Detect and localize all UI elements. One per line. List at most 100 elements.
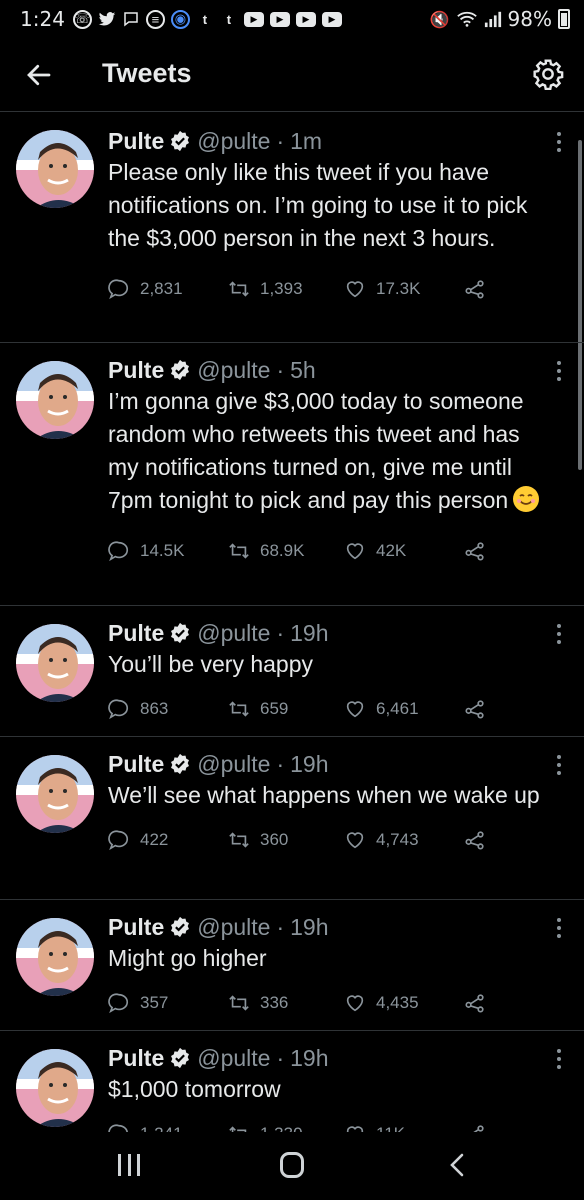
retweet-button[interactable]: 1,393 bbox=[228, 278, 303, 300]
back-arrow-icon[interactable] bbox=[24, 60, 54, 90]
reply-button[interactable]: 357 bbox=[108, 992, 168, 1014]
reply-count: 357 bbox=[140, 993, 169, 1012]
share-icon bbox=[465, 542, 484, 561]
tweet-text: You’ll be very happy bbox=[108, 651, 314, 677]
like-count: 4,743 bbox=[376, 830, 419, 849]
like-button[interactable]: 4,435 bbox=[344, 992, 419, 1014]
tweet-time[interactable]: 5h bbox=[290, 355, 316, 385]
tweet[interactable]: Pulte @pulte · 19h Might go higher 357 3… bbox=[0, 900, 584, 1031]
avatar[interactable] bbox=[16, 918, 94, 996]
tweet[interactable]: Pulte @pulte · 19h $1,000 tomorrow 1,241… bbox=[0, 1031, 584, 1141]
author-name[interactable]: Pulte bbox=[108, 618, 164, 648]
reply-button[interactable]: 422 bbox=[108, 829, 168, 851]
avatar[interactable] bbox=[16, 755, 94, 833]
author-handle[interactable]: @pulte bbox=[197, 126, 270, 156]
author-name[interactable]: Pulte bbox=[108, 355, 164, 385]
tweet[interactable]: Pulte @pulte · 1m Please only like this … bbox=[0, 112, 584, 343]
avatar[interactable] bbox=[16, 624, 94, 702]
avatar[interactable] bbox=[16, 361, 94, 439]
page-title: Tweets bbox=[102, 58, 192, 88]
retweet-count: 360 bbox=[260, 830, 289, 849]
retweet-icon bbox=[229, 995, 249, 1011]
tweet-actions: 2,831 1,393 17.3K bbox=[108, 269, 554, 309]
like-count: 4,435 bbox=[376, 993, 419, 1012]
mute-icon: 🔇 bbox=[429, 9, 450, 29]
share-button[interactable] bbox=[464, 992, 486, 1014]
tweet-time[interactable]: 19h bbox=[290, 912, 328, 942]
share-button[interactable] bbox=[464, 829, 486, 851]
reply-count: 863 bbox=[140, 699, 169, 718]
separator-dot: · bbox=[276, 620, 285, 646]
tumblr-icon: t bbox=[226, 11, 232, 27]
retweet-icon bbox=[229, 543, 249, 559]
more-options-icon[interactable] bbox=[556, 918, 562, 938]
author-handle[interactable]: @pulte bbox=[197, 1043, 270, 1073]
reply-button[interactable]: 2,831 bbox=[108, 278, 183, 300]
author-name[interactable]: Pulte bbox=[108, 749, 164, 779]
author-handle[interactable]: @pulte bbox=[197, 912, 270, 942]
author-handle[interactable]: @pulte bbox=[197, 618, 270, 648]
separator-dot: · bbox=[276, 357, 285, 383]
header: Tweets bbox=[0, 38, 584, 112]
battery-icon bbox=[558, 9, 570, 29]
more-options-icon[interactable] bbox=[556, 755, 562, 775]
share-icon bbox=[465, 994, 484, 1013]
share-icon bbox=[465, 700, 484, 719]
more-options-icon[interactable] bbox=[556, 1049, 562, 1069]
author-name[interactable]: Pulte bbox=[108, 912, 164, 942]
retweet-button[interactable]: 659 bbox=[228, 698, 288, 720]
avatar[interactable] bbox=[16, 130, 94, 208]
system-nav-bar bbox=[0, 1132, 584, 1200]
tweet[interactable]: Pulte @pulte · 5h I’m gonna give $3,000 … bbox=[0, 343, 584, 606]
spotify-icon: ≡ bbox=[145, 9, 165, 29]
tweet[interactable]: Pulte @pulte · 19h You’ll be very happy … bbox=[0, 606, 584, 737]
tweet-time[interactable]: 19h bbox=[290, 1043, 328, 1073]
more-options-icon[interactable] bbox=[556, 624, 562, 644]
tweet-text: Please only like this tweet if you have … bbox=[108, 159, 528, 251]
like-button[interactable]: 6,461 bbox=[344, 698, 419, 720]
youtube-icon: ▶ bbox=[321, 11, 342, 27]
tweet-text: I’m gonna give $3,000 today to someone r… bbox=[108, 388, 524, 513]
tweet-time[interactable]: 19h bbox=[290, 618, 328, 648]
tweet-actions: 14.5K 68.9K 42K bbox=[108, 531, 554, 571]
heart-icon bbox=[346, 701, 364, 718]
retweet-count: 1,393 bbox=[260, 279, 303, 298]
more-options-icon[interactable] bbox=[556, 361, 562, 381]
author-handle[interactable]: @pulte bbox=[197, 355, 270, 385]
gear-icon[interactable] bbox=[532, 58, 564, 90]
share-button[interactable] bbox=[464, 540, 486, 562]
reply-count: 14.5K bbox=[140, 541, 185, 560]
author-handle[interactable]: @pulte bbox=[197, 749, 270, 779]
retweet-button[interactable]: 360 bbox=[228, 829, 288, 851]
like-button[interactable]: 4,743 bbox=[344, 829, 419, 851]
like-button[interactable]: 17.3K bbox=[344, 278, 420, 300]
share-button[interactable] bbox=[464, 698, 486, 720]
tweet-time[interactable]: 19h bbox=[290, 749, 328, 779]
tweet-actions: 357 336 4,435 bbox=[108, 983, 554, 1023]
like-button[interactable]: 42K bbox=[344, 540, 406, 562]
more-options-icon[interactable] bbox=[556, 132, 562, 152]
recent-apps-button[interactable] bbox=[118, 1154, 140, 1176]
retweet-count: 659 bbox=[260, 699, 289, 718]
heart-icon bbox=[346, 832, 364, 849]
avatar[interactable] bbox=[16, 1049, 94, 1127]
reply-button[interactable]: 14.5K bbox=[108, 540, 184, 562]
back-chevron-icon[interactable] bbox=[446, 1152, 468, 1178]
smiling-face-emoji bbox=[513, 486, 540, 512]
tweet-text: We’ll see what happens when we wake up bbox=[108, 782, 540, 808]
share-button[interactable] bbox=[464, 278, 486, 300]
tweet-header: Pulte @pulte · 19h bbox=[108, 912, 554, 942]
share-icon bbox=[465, 831, 484, 850]
retweet-button[interactable]: 68.9K bbox=[228, 540, 304, 562]
retweet-icon bbox=[229, 281, 249, 297]
home-button[interactable] bbox=[280, 1152, 304, 1178]
retweet-button[interactable]: 336 bbox=[228, 992, 288, 1014]
author-name[interactable]: Pulte bbox=[108, 126, 164, 156]
author-name[interactable]: Pulte bbox=[108, 1043, 164, 1073]
wifi-icon bbox=[456, 11, 477, 27]
tweet[interactable]: Pulte @pulte · 19h We’ll see what happen… bbox=[0, 737, 584, 900]
tweet-feed: Pulte @pulte · 1m Please only like this … bbox=[0, 112, 584, 1141]
tweet-time[interactable]: 1m bbox=[290, 126, 322, 156]
system-indicators: 🔇 98% bbox=[430, 7, 570, 31]
reply-button[interactable]: 863 bbox=[108, 698, 168, 720]
